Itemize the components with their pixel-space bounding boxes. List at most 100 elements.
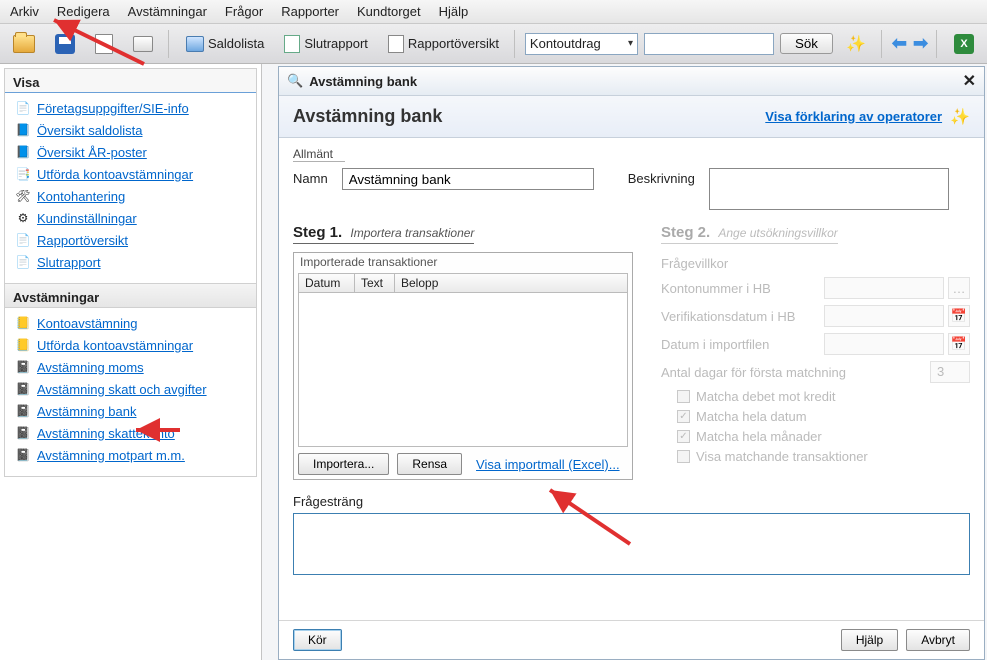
link-operatorer[interactable]: Visa förklaring av operatorer	[765, 109, 942, 124]
menu-kundtorget[interactable]: Kundtorget	[357, 4, 421, 19]
toolbar-sep	[936, 30, 939, 58]
dialog-body: Allmänt Namn Beskrivning Steg 1. Importe…	[279, 138, 984, 620]
step1-sub: Importera transaktioner	[350, 226, 474, 240]
nav-label: Utförda kontoavstämningar	[37, 338, 193, 353]
beskrivning-input[interactable]	[709, 168, 949, 210]
nav-utforda[interactable]: 📑Utförda kontoavstämningar	[11, 163, 250, 185]
folder-icon	[13, 35, 35, 53]
wand-icon: ✨	[950, 107, 970, 127]
menu-arkiv[interactable]: Arkiv	[10, 4, 39, 19]
kor-button[interactable]: Kör	[293, 629, 342, 651]
book-icon: 📓	[15, 359, 31, 375]
menubar: Arkiv Redigera Avstämningar Frågor Rappo…	[0, 0, 987, 24]
step1-num: Steg 1.	[293, 224, 342, 241]
nav-saldolista[interactable]: 📘Översikt saldolista	[11, 119, 250, 141]
combo-value: Kontoutdrag	[530, 36, 601, 51]
chk-label: Matcha hela datum	[696, 409, 807, 424]
nav-slutrapport[interactable]: 📄Slutrapport	[11, 251, 250, 273]
slutrapport-button[interactable]: Slutrapport	[277, 32, 375, 56]
fragestrang-input[interactable]	[293, 513, 970, 575]
book-icon: 📓	[15, 425, 31, 441]
importera-button[interactable]: Importera...	[298, 453, 389, 475]
nav-back-button[interactable]: ⬅	[892, 33, 907, 55]
link-importmall[interactable]: Visa importmall (Excel)...	[476, 457, 620, 472]
nav-label: Kundinställningar	[37, 211, 137, 226]
toolbar-sep	[168, 30, 171, 58]
save-button[interactable]	[48, 31, 82, 57]
verifdatum-input	[824, 305, 944, 327]
toolbar-sep	[514, 30, 517, 58]
list-icon: 📘	[15, 144, 31, 160]
menu-hjalp[interactable]: Hjälp	[439, 4, 469, 19]
report-icon: 📄	[15, 232, 31, 248]
menu-rapporter[interactable]: Rapporter	[281, 4, 339, 19]
nav-konto[interactable]: 🛠Kontohantering	[11, 185, 250, 207]
menu-avstamningar[interactable]: Avstämningar	[128, 4, 207, 19]
nav-kontoavst[interactable]: 📒Kontoavstämning	[11, 312, 250, 334]
avstamning-bank-dialog: 🔍 Avstämning bank ✕ Avstämning bank Visa…	[278, 66, 985, 660]
nav-avst-motpart[interactable]: 📓Avstämning motpart m.m.	[11, 444, 250, 466]
nav-label: Avstämning skattekonto	[37, 426, 175, 441]
saldolista-button[interactable]: Saldolista	[179, 33, 271, 55]
book-icon	[186, 36, 204, 52]
gear-icon: ⚙	[15, 210, 31, 226]
page-button[interactable]	[88, 31, 120, 57]
visa-list: 📄Företagsuppgifter/SIE-info 📘Översikt sa…	[5, 93, 256, 283]
rapportoversikt-button[interactable]: Rapportöversikt	[381, 32, 506, 56]
step2-title: Steg 2. Ange utsökningsvillkor	[661, 224, 838, 244]
excel-button[interactable]: X	[947, 31, 981, 57]
fragestrang-label: Frågesträng	[293, 494, 363, 509]
wand-icon: ✨	[846, 34, 866, 54]
report-check-icon	[284, 35, 300, 53]
rensa-button[interactable]: Rensa	[397, 453, 462, 475]
main-area: 🔍 Avstämning bank ✕ Avstämning bank Visa…	[262, 64, 987, 660]
menu-fragor[interactable]: Frågor	[225, 4, 263, 19]
chk-hela-datum: ✓Matcha hela datum	[677, 409, 970, 424]
nav-avst-moms[interactable]: 📓 Avstämning moms	[11, 356, 250, 378]
nav-avst-skatt[interactable]: 📓Avstämning skatt och avgifter	[11, 378, 250, 400]
nav-label: Översikt ÅR-poster	[37, 145, 147, 160]
menu-redigera[interactable]: Redigera	[57, 4, 110, 19]
step2-sub: Ange utsökningsvillkor	[718, 226, 837, 240]
arrow-right-icon: ➡	[913, 33, 928, 54]
import-panel-label: Importerade transaktioner	[294, 253, 632, 271]
page-icon	[95, 34, 113, 54]
nav-avst-bank[interactable]: 📓Avstämning bank	[11, 400, 250, 422]
arrow-left-icon: ⬅	[892, 33, 907, 54]
nav-label: Kontohantering	[37, 189, 125, 204]
print-icon	[133, 36, 153, 52]
chk-label: Matcha hela månader	[696, 429, 822, 444]
left-panel: Visa 📄Företagsuppgifter/SIE-info 📘Översi…	[0, 64, 262, 660]
col-datum: Datum	[299, 274, 355, 292]
nav-avst-skattek[interactable]: 📓 Avstämning skattekonto	[11, 422, 250, 444]
nav-fwd-button[interactable]: ➡	[913, 33, 928, 55]
dialog-header: Avstämning bank Visa förklaring av opera…	[279, 96, 984, 138]
chk-hela-manader: ✓Matcha hela månader	[677, 429, 970, 444]
calendar-icon: 📅	[948, 305, 970, 327]
open-button[interactable]	[6, 32, 42, 56]
namn-input[interactable]	[342, 168, 594, 190]
step2-num: Steg 2.	[661, 224, 710, 241]
nav-kundinst[interactable]: ⚙ Kundinställningar	[11, 207, 250, 229]
search-input[interactable]	[644, 33, 774, 55]
avbryt-button[interactable]: Avbryt	[906, 629, 970, 651]
nav-utforda2[interactable]: 📒Utförda kontoavstämningar	[11, 334, 250, 356]
chk-visa-match: Visa matchande transaktioner	[677, 449, 970, 464]
print-button[interactable]	[126, 33, 160, 55]
grid-body[interactable]	[298, 293, 628, 447]
combo-kontoutdrag[interactable]: Kontoutdrag ▾	[525, 33, 638, 55]
step1-title: Steg 1. Importera transaktioner	[293, 224, 474, 244]
importdatum-input	[824, 333, 944, 355]
wand-button[interactable]: ✨	[839, 31, 873, 57]
close-icon[interactable]: ✕	[963, 71, 976, 91]
nav-foretag[interactable]: 📄Företagsuppgifter/SIE-info	[11, 97, 250, 119]
nav-arposter[interactable]: 📘 Översikt ÅR-poster	[11, 141, 250, 163]
sok-button[interactable]: Sök	[780, 33, 833, 54]
chk-label: Matcha debet mot kredit	[696, 389, 835, 404]
nav-label: Avstämning moms	[37, 360, 144, 375]
nav-label: Översikt saldolista	[37, 123, 142, 138]
nav-rapport[interactable]: 📄Rapportöversikt	[11, 229, 250, 251]
visa-header: Visa	[5, 69, 256, 93]
dialog-heading: Avstämning bank	[293, 106, 442, 127]
hjalp-button[interactable]: Hjälp	[841, 629, 898, 651]
